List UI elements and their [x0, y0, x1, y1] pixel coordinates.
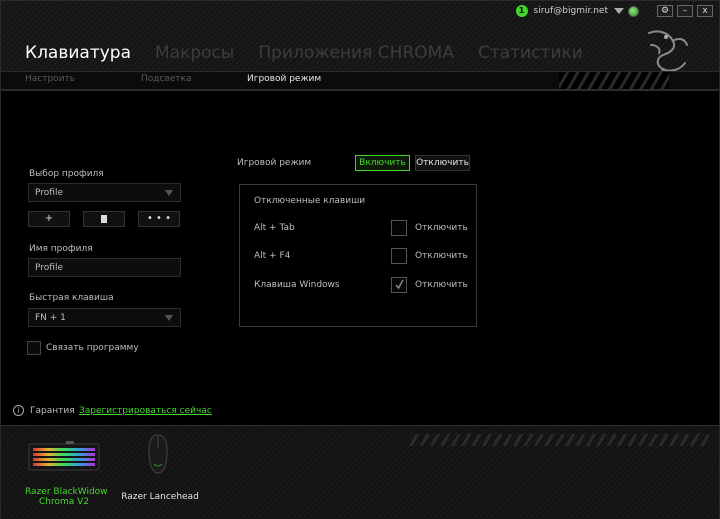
subtab-game-mode[interactable]: Игровой режим	[247, 74, 321, 84]
windows-key-checkbox[interactable]	[391, 277, 407, 293]
key-label-alt-f4: Alt + F4	[254, 251, 291, 261]
chevron-down-icon	[165, 315, 173, 321]
minimize-button[interactable]: –	[677, 5, 693, 17]
tab-macros[interactable]: Макросы	[155, 43, 234, 63]
delete-profile-button[interactable]	[83, 211, 125, 227]
close-button[interactable]: x	[697, 5, 713, 17]
decorative-stripes	[559, 72, 669, 89]
mouse-device-icon[interactable]	[147, 434, 169, 474]
disabled-keys-title: Отключенные клавиши	[254, 196, 366, 206]
header: 1 siruf@bigmir.net ⚙ – x Клавиатура Макр…	[1, 1, 719, 91]
game-mode-label: Игровой режим	[237, 158, 312, 168]
link-program-label: Связать программу	[46, 343, 139, 353]
more-options-button[interactable]: • • •	[138, 211, 180, 227]
checkmark-icon	[395, 279, 404, 290]
subtab-customize[interactable]: Настроить	[25, 74, 75, 84]
tab-keyboard[interactable]: Клавиатура	[25, 43, 131, 63]
register-now-link[interactable]: Зарегистрироваться сейчас	[79, 406, 212, 416]
notification-badge[interactable]: 1	[515, 5, 528, 17]
online-status-icon[interactable]	[628, 5, 639, 17]
profile-name-label: Имя профиля	[29, 244, 93, 254]
top-bar: 1 siruf@bigmir.net ⚙ – x	[515, 4, 713, 18]
trash-icon	[101, 215, 107, 223]
windows-key-option-label: Отключить	[415, 280, 468, 290]
main-tabs: Клавиатура Макросы Приложения CHROMA Ста…	[25, 43, 607, 63]
account-dropdown-icon[interactable]	[614, 8, 624, 14]
game-mode-on-button[interactable]: Включить	[355, 155, 410, 171]
hotkey-select-value: FN + 1	[35, 313, 66, 323]
device-name-line2: Chroma V2	[38, 497, 90, 507]
keyboard-device-icon[interactable]	[28, 440, 100, 474]
key-label-alt-tab: Alt + Tab	[254, 223, 295, 233]
key-label-windows: Клавиша Windows	[254, 280, 340, 290]
profile-select-value: Profile	[35, 188, 63, 198]
game-mode-off-button[interactable]: Отключить	[415, 155, 470, 171]
add-profile-button[interactable]: +	[28, 211, 70, 227]
chevron-down-icon	[165, 190, 173, 196]
device-bar: Razer BlackWidow Chroma V2 Razer Lancehe…	[1, 425, 719, 519]
alt-tab-checkbox[interactable]	[391, 220, 407, 236]
alt-f4-checkbox[interactable]	[391, 248, 407, 264]
account-email[interactable]: siruf@bigmir.net	[534, 6, 608, 16]
divider	[1, 89, 719, 91]
profile-select[interactable]: Profile	[28, 183, 181, 202]
device-label-blackwidow[interactable]: Razer BlackWidow Chroma V2	[25, 487, 108, 507]
settings-button[interactable]: ⚙	[657, 5, 673, 17]
device-name-line1: Razer BlackWidow	[25, 487, 108, 497]
info-icon: i	[13, 405, 24, 416]
alt-f4-option-label: Отключить	[415, 251, 468, 261]
profile-select-label: Выбор профиля	[29, 169, 104, 179]
subtab-lighting[interactable]: Подсветка	[141, 74, 191, 84]
tab-stats[interactable]: Статистики	[478, 43, 583, 63]
decorative-stripes	[409, 434, 709, 446]
synapse-window: 1 siruf@bigmir.net ⚙ – x Клавиатура Макр…	[0, 0, 720, 519]
warranty-label: Гарантия	[30, 406, 75, 416]
alt-tab-option-label: Отключить	[415, 223, 468, 233]
device-label-lancehead[interactable]: Razer Lancehead	[121, 492, 199, 502]
hotkey-label: Быстрая клавиша	[29, 293, 114, 303]
sub-tabs: Настроить Подсветка Игровой режим	[1, 71, 719, 91]
hotkey-select[interactable]: FN + 1	[28, 308, 181, 327]
profile-name-input[interactable]: Profile	[28, 258, 181, 277]
disabled-keys-panel: Отключенные клавиши Alt + Tab Отключить …	[239, 184, 477, 327]
tab-chroma-apps[interactable]: Приложения CHROMA	[258, 43, 454, 63]
link-program-checkbox[interactable]	[27, 341, 41, 355]
